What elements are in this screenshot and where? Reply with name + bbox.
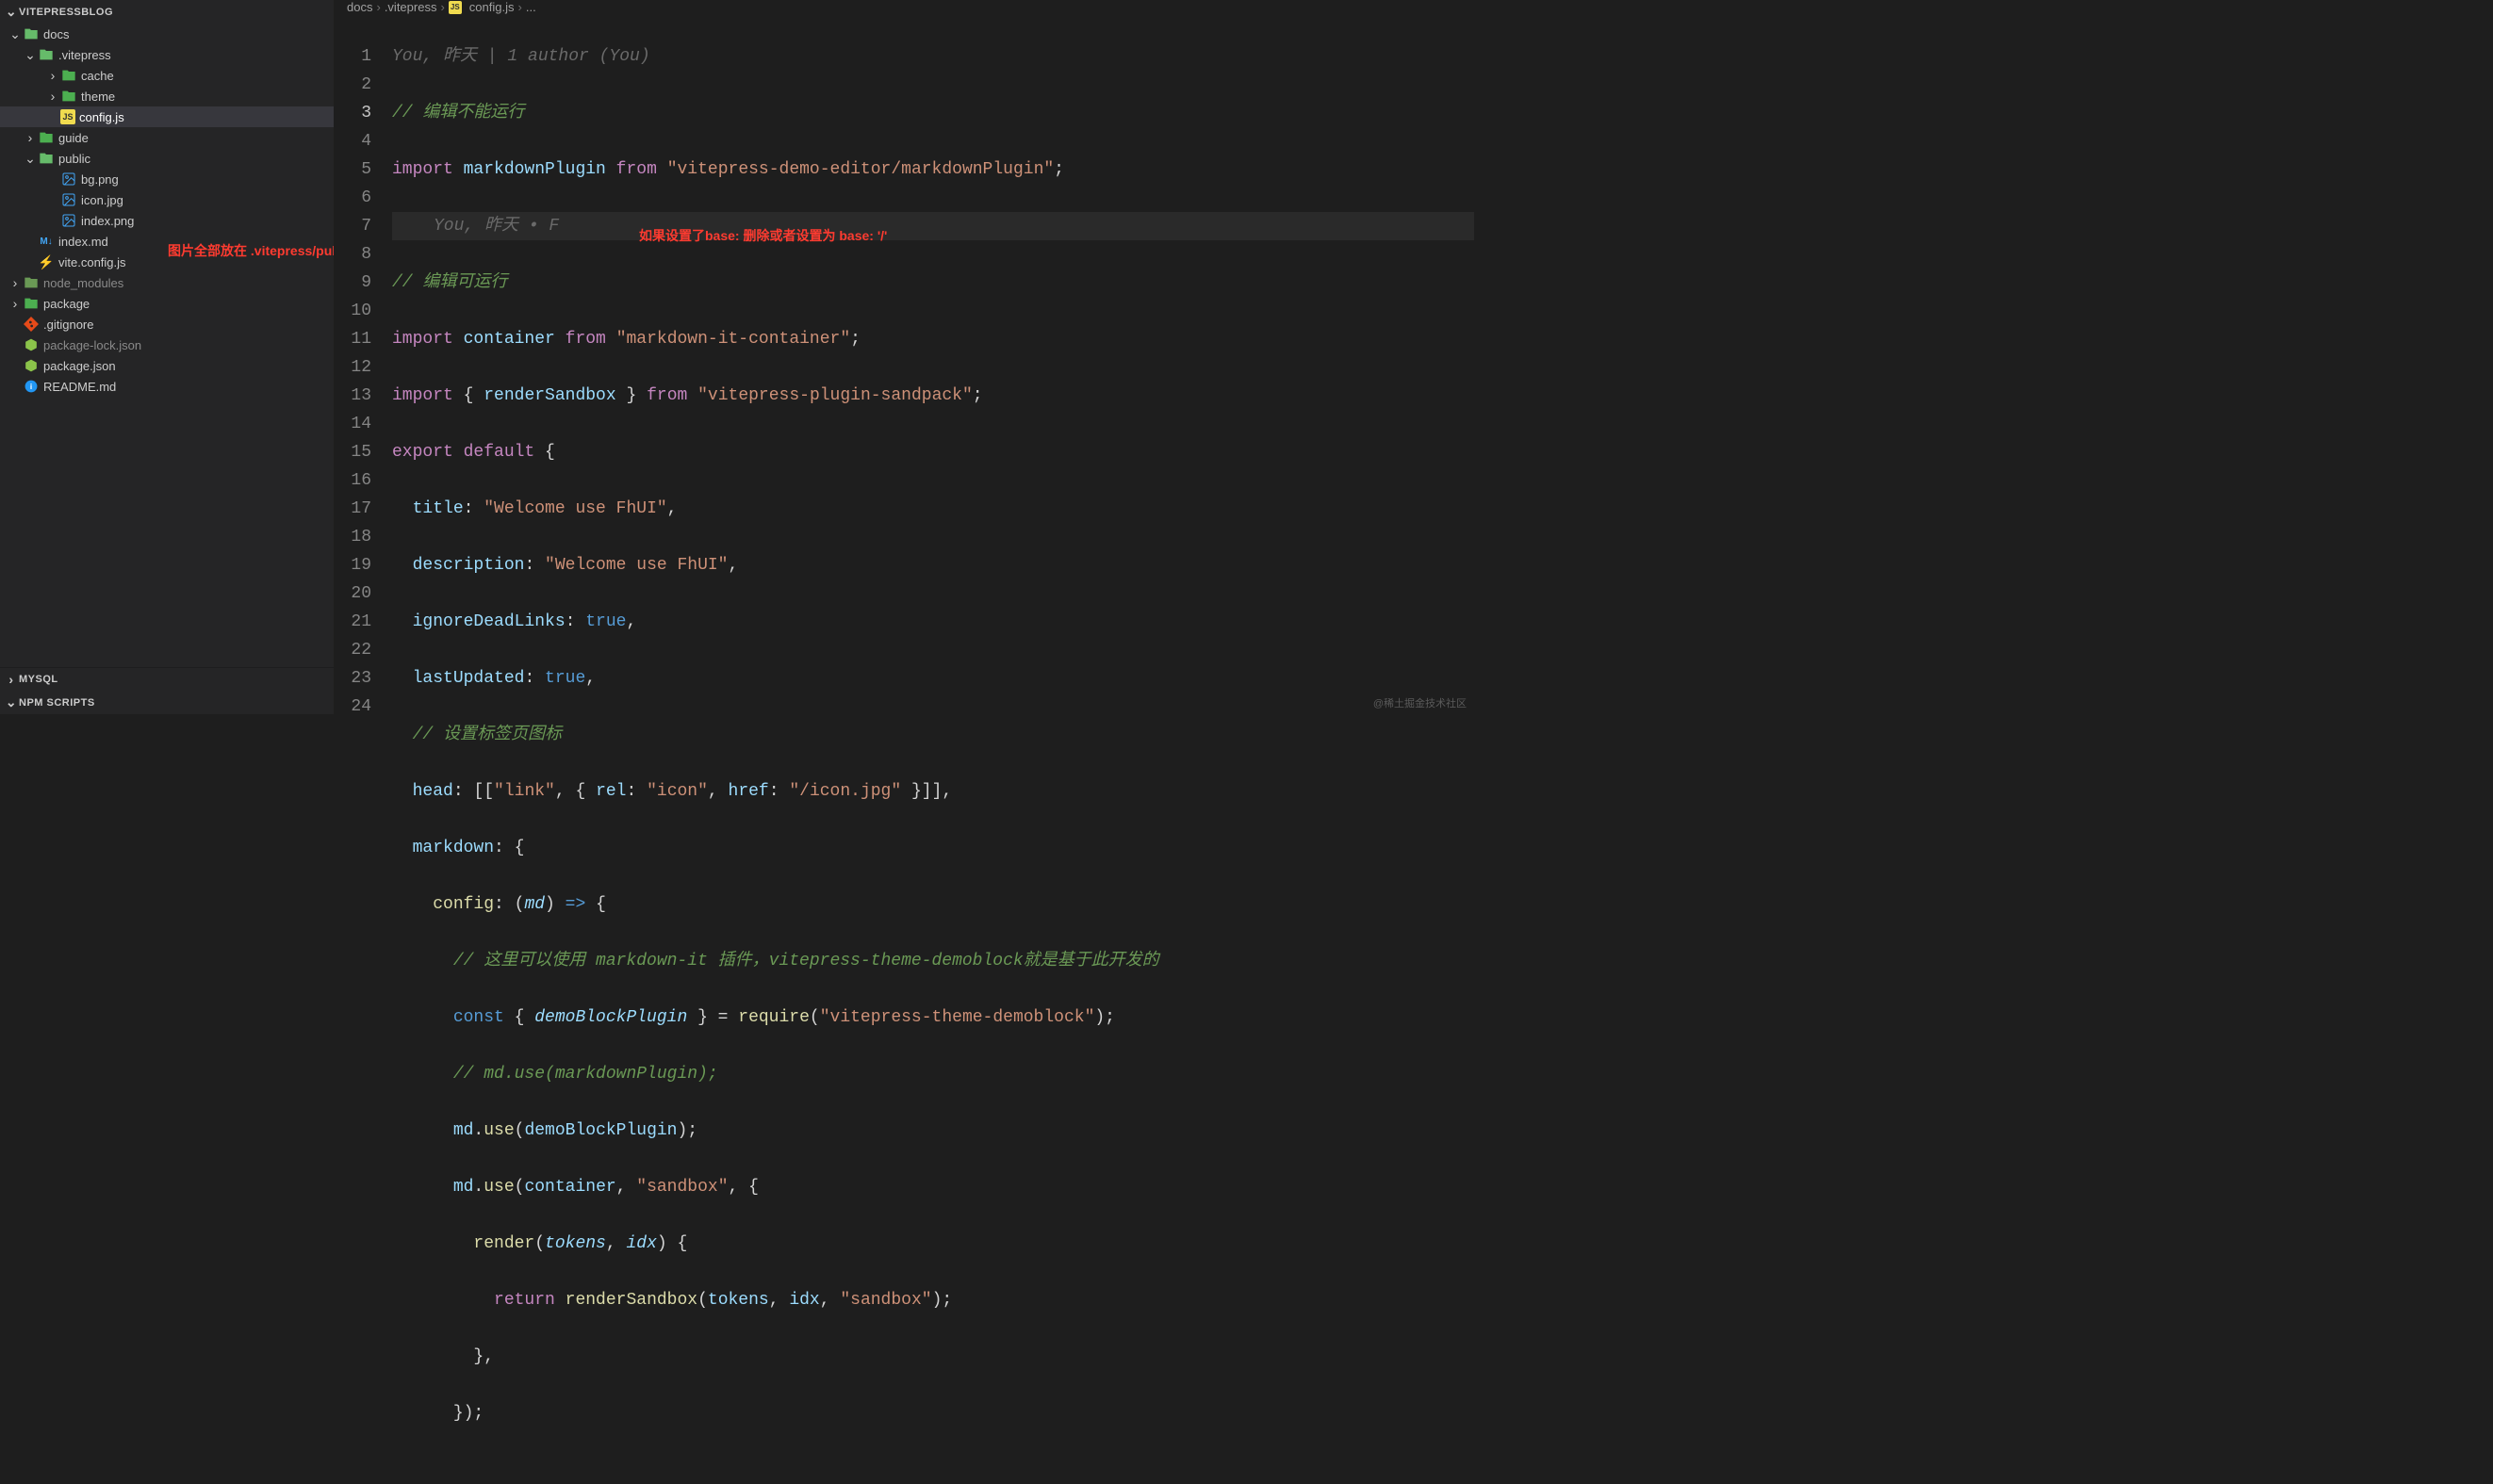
chevron-right-icon: › [8,296,23,311]
chevron-right-icon: › [23,130,38,145]
breadcrumb[interactable]: docs › .vitepress › JS config.js › ... [334,0,1474,14]
tree-label: public [58,152,90,166]
folder-docs[interactable]: ⌄ docs [0,24,334,44]
project-header[interactable]: ⌄ VITEPRESSBLOG [0,0,334,24]
tree-label: index.png [81,214,134,228]
chevron-down-icon: ⌄ [23,151,38,167]
folder-theme[interactable]: › theme [0,86,334,106]
chevron-right-icon: › [376,0,380,14]
chevron-down-icon: ⌄ [8,26,23,42]
tree-label: icon.jpg [81,193,123,207]
chevron-down-icon: ⌄ [4,694,19,710]
breadcrumb-seg[interactable]: .vitepress [385,0,437,14]
bottom-panels: › MYSQL ⌄ NPM SCRIPTS [0,667,334,714]
tree-label: package-lock.json [43,338,141,352]
nodejs-icon [23,336,40,353]
editor-pane: docs › .vitepress › JS config.js › ... 1… [334,0,1474,714]
code-content[interactable]: You, 昨天 | 1 author (You) // 编辑不能运行 impor… [392,14,1474,1484]
file-package-lock[interactable]: › package-lock.json [0,334,334,355]
file-bg-png[interactable]: › bg.png [0,169,334,189]
tree-label: bg.png [81,172,119,187]
panel-npm-scripts[interactable]: ⌄ NPM SCRIPTS [0,691,334,714]
chevron-right-icon: › [518,0,522,14]
folder-icon [23,295,40,312]
tree-label: cache [81,69,114,83]
file-config-js[interactable]: › JS config.js [0,106,334,127]
file-tree: ⌄ docs ⌄ .vitepress › cache › theme › JS… [0,24,334,667]
tree-label: docs [43,27,69,41]
panel-mysql[interactable]: › MYSQL [0,668,334,691]
image-icon [60,171,77,188]
code-area[interactable]: 123456789101112131415161718192021222324 … [334,14,1474,1484]
vite-icon: ⚡ [38,253,55,270]
file-package-json[interactable]: › package.json [0,355,334,376]
annotation-base: 如果设置了base: 删除或者设置为 base: '/' [639,226,887,245]
tree-label: index.md [58,235,108,249]
js-icon: JS [449,1,462,14]
tree-label: package [43,297,90,311]
tree-label: README.md [43,380,116,394]
folder-public[interactable]: ⌄ public [0,148,334,169]
breadcrumb-seg[interactable]: docs [347,0,372,14]
folder-icon [38,129,55,146]
folder-package[interactable]: › package [0,293,334,314]
git-blame-header: You, 昨天 | 1 author (You) [392,42,1474,71]
tree-label: theme [81,90,115,104]
file-readme[interactable]: › i README.md [0,376,334,397]
tree-label: .gitignore [43,318,93,332]
image-icon [60,191,77,208]
file-gitignore[interactable]: › .gitignore [0,314,334,334]
chevron-right-icon: › [45,89,60,104]
breadcrumb-seg[interactable]: ... [526,0,536,14]
svg-text:i: i [30,383,32,391]
breadcrumb-seg[interactable]: config.js [469,0,515,14]
chevron-right-icon: › [440,0,444,14]
nodejs-icon [23,357,40,374]
watermark: @稀土掘金技术社区 [1373,695,1467,710]
explorer-sidebar: ⌄ VITEPRESSBLOG ⌄ docs ⌄ .vitepress › ca… [0,0,334,714]
panel-label: NPM SCRIPTS [19,697,95,709]
chevron-right-icon: › [4,672,19,687]
tree-label: package.json [43,359,116,373]
folder-node-modules[interactable]: › node_modules [0,272,334,293]
chevron-down-icon: ⌄ [23,47,38,63]
folder-icon [23,274,40,291]
panel-label: MYSQL [19,674,58,685]
tree-label: config.js [79,110,124,124]
file-icon-jpg[interactable]: › icon.jpg [0,189,334,210]
chevron-right-icon: › [45,68,60,83]
git-icon [23,316,40,333]
image-icon [60,212,77,229]
project-name: VITEPRESSBLOG [19,7,113,18]
folder-icon [38,46,55,63]
tree-label: .vitepress [58,48,111,62]
js-icon: JS [60,109,75,124]
folder-guide[interactable]: › guide [0,127,334,148]
git-blame-inline: You, 昨天 • F [392,212,1474,240]
folder-icon [60,88,77,105]
tree-label: guide [58,131,89,145]
chevron-right-icon: › [8,275,23,290]
folder-icon [23,25,40,42]
chevron-down-icon: ⌄ [4,4,19,20]
markdown-icon: M↓ [38,233,55,250]
info-icon: i [23,378,40,395]
folder-cache[interactable]: › cache [0,65,334,86]
tree-label: vite.config.js [58,255,126,269]
line-gutter: 123456789101112131415161718192021222324 [334,14,392,1484]
folder-vitepress[interactable]: ⌄ .vitepress [0,44,334,65]
file-index-png[interactable]: › index.png [0,210,334,231]
folder-icon [60,67,77,84]
folder-icon [38,150,55,167]
tree-label: node_modules [43,276,123,290]
